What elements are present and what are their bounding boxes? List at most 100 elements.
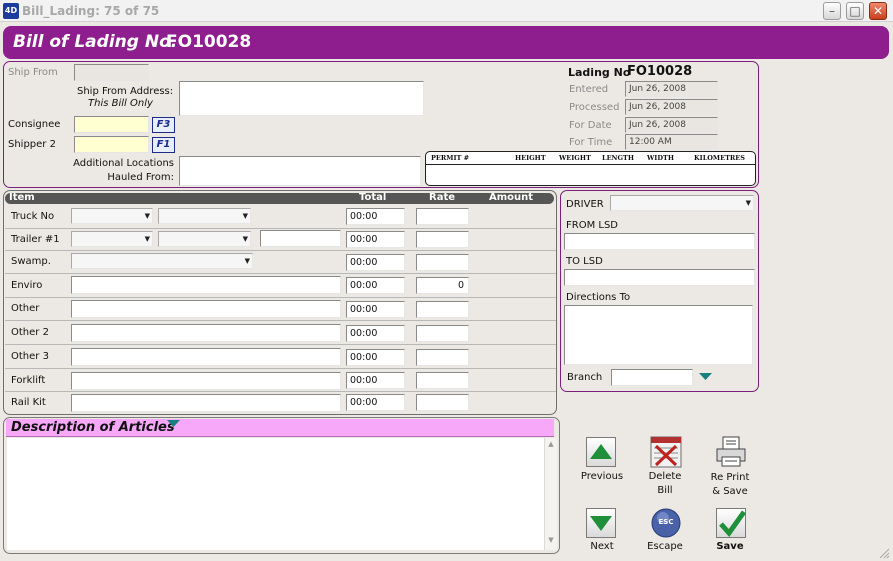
minimize-button[interactable]: – xyxy=(823,2,841,20)
truck-no-select-2[interactable]: ▼ xyxy=(158,208,251,224)
truck-no-total[interactable]: 00:00 xyxy=(346,208,405,225)
previous-button[interactable] xyxy=(585,436,617,468)
page-title: Bill of Lading No. xyxy=(13,32,178,52)
rail-kit-rate[interactable] xyxy=(416,394,469,411)
row-divider xyxy=(5,297,556,298)
chevron-down-icon: ▼ xyxy=(242,212,248,220)
close-button[interactable]: ✕ xyxy=(869,2,887,20)
swamp-total[interactable]: 00:00 xyxy=(346,254,405,271)
other-field[interactable] xyxy=(71,300,341,318)
row-divider xyxy=(5,344,556,345)
enviro-total[interactable]: 00:00 xyxy=(346,277,405,294)
shipper2-lookup-button[interactable]: F1 xyxy=(152,137,175,153)
driver-select[interactable]: ▼ xyxy=(610,195,754,211)
entered-label: Entered xyxy=(569,84,609,95)
forklift-rate[interactable] xyxy=(416,372,469,389)
chevron-down-icon: ▼ xyxy=(144,235,150,243)
printer-icon xyxy=(716,436,746,467)
shipper2-label: Shipper 2 xyxy=(8,139,56,150)
row-divider xyxy=(5,273,556,274)
items-col-item: Item xyxy=(9,192,35,203)
items-col-rate: Rate xyxy=(429,192,456,203)
next-button[interactable] xyxy=(585,507,617,539)
other2-rate[interactable] xyxy=(416,325,469,342)
esc-icon-text: ESC xyxy=(658,518,674,526)
other-rate[interactable] xyxy=(416,301,469,318)
from-lsd-field[interactable] xyxy=(564,233,755,250)
directions-to-field[interactable] xyxy=(564,305,753,365)
maximize-button[interactable]: □ xyxy=(846,2,864,20)
other2-total[interactable]: 00:00 xyxy=(346,325,405,342)
save-button[interactable] xyxy=(715,507,747,539)
branch-label: Branch xyxy=(567,372,603,383)
enviro-field[interactable] xyxy=(71,276,341,294)
swamp-select[interactable]: ▼ xyxy=(71,253,253,269)
row-divider xyxy=(5,228,556,229)
other-total[interactable]: 00:00 xyxy=(346,301,405,318)
other3-total[interactable]: 00:00 xyxy=(346,349,405,366)
permit-col-weight: WEIGHT xyxy=(559,154,591,162)
trailer1-select-2[interactable]: ▼ xyxy=(158,231,251,247)
truck-no-select[interactable]: ▼ xyxy=(71,208,153,224)
permit-col-kilometres: KILOMETRES xyxy=(694,154,745,162)
to-lsd-label: TO LSD xyxy=(566,256,603,267)
item-label-other: Other xyxy=(11,303,40,314)
page-header: Bill of Lading No. FO10028 xyxy=(3,26,889,59)
permit-divider xyxy=(426,164,755,165)
lading-no-label: Lading No xyxy=(568,66,631,79)
delete-label-1: Delete xyxy=(648,471,682,482)
lading-no-value: FO10028 xyxy=(627,64,693,79)
delete-bill-button[interactable] xyxy=(650,436,682,468)
enviro-rate[interactable]: 0 xyxy=(416,277,469,294)
this-bill-only-label: This Bill Only xyxy=(88,98,153,109)
additional-locations-field[interactable] xyxy=(179,156,421,186)
rail-kit-field[interactable] xyxy=(71,394,341,412)
other3-rate[interactable] xyxy=(416,349,469,366)
rail-kit-total[interactable]: 00:00 xyxy=(346,394,405,411)
trailer1-total[interactable]: 00:00 xyxy=(346,231,405,248)
scroll-down-icon[interactable]: ▼ xyxy=(546,536,556,544)
resize-grip-icon[interactable] xyxy=(878,547,890,559)
permit-table[interactable]: PERMIT # HEIGHT WEIGHT LENGTH WIDTH KILO… xyxy=(425,151,756,186)
other2-field[interactable] xyxy=(71,324,341,342)
scroll-up-icon[interactable]: ▲ xyxy=(546,440,556,448)
previous-label: Previous xyxy=(580,471,624,482)
driver-label: DRIVER xyxy=(566,199,604,210)
branch-dropdown-icon[interactable] xyxy=(699,373,712,381)
forklift-field[interactable] xyxy=(71,372,341,390)
description-header: Description of Articles xyxy=(6,419,554,437)
reprint-label-1: Re Print xyxy=(710,472,750,483)
window-title: Bill_Lading: 75 of 75 xyxy=(22,4,160,18)
save-label: Save xyxy=(716,541,744,552)
reprint-save-button[interactable] xyxy=(715,436,747,468)
escape-button[interactable]: ESC xyxy=(650,507,682,539)
description-textarea[interactable] xyxy=(7,438,544,550)
swamp-rate[interactable] xyxy=(416,254,469,271)
chevron-down-icon: ▼ xyxy=(144,212,150,220)
consignee-lookup-button[interactable]: F3 xyxy=(152,117,175,133)
description-dropdown-icon[interactable] xyxy=(167,420,180,428)
delete-record-icon xyxy=(650,436,682,468)
ship-from-label: Ship From xyxy=(8,67,58,78)
consignee-field[interactable] xyxy=(74,116,149,133)
description-scrollbar[interactable]: ▲ ▼ xyxy=(544,438,557,550)
trailer1-field[interactable] xyxy=(260,230,341,247)
entered-date: Jun 26, 2008 xyxy=(625,81,718,97)
item-label-other3: Other 3 xyxy=(11,351,49,362)
bill-number: FO10028 xyxy=(166,32,252,52)
ship-from-address-field[interactable] xyxy=(179,81,424,116)
consignee-label: Consignee xyxy=(8,119,61,130)
ship-from-field[interactable] xyxy=(74,64,149,81)
forklift-total[interactable]: 00:00 xyxy=(346,372,405,389)
description-title: Description of Articles xyxy=(11,420,175,435)
row-divider xyxy=(5,250,556,251)
truck-no-rate[interactable] xyxy=(416,208,469,225)
to-lsd-field[interactable] xyxy=(564,269,755,286)
trailer1-rate[interactable] xyxy=(416,231,469,248)
item-label-forklift: Forklift xyxy=(11,375,46,386)
branch-field[interactable] xyxy=(611,369,693,386)
items-col-amount: Amount xyxy=(489,192,534,203)
trailer1-select[interactable]: ▼ xyxy=(71,231,153,247)
other3-field[interactable] xyxy=(71,348,341,366)
shipper2-field[interactable] xyxy=(74,136,149,153)
